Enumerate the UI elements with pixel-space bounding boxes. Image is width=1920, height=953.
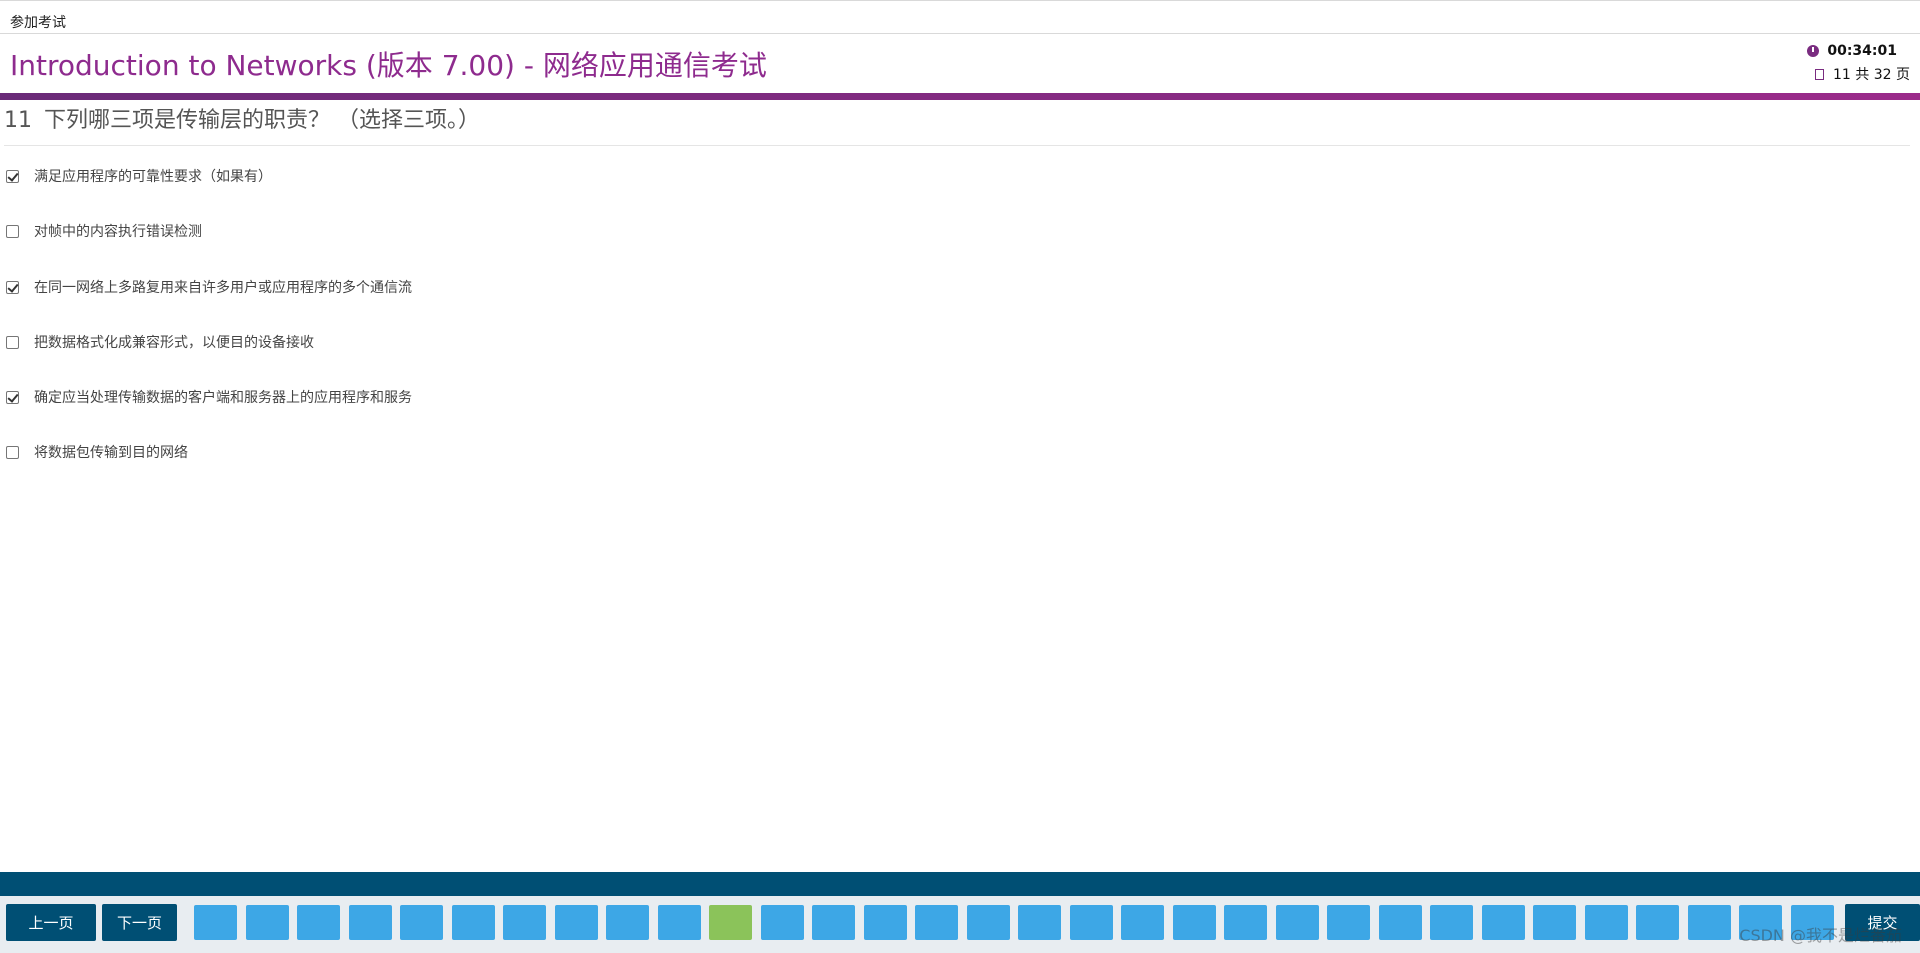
page-nav-box[interactable] [812, 905, 855, 940]
option-label[interactable]: 对帧中的内容执行错误检测 [34, 221, 202, 241]
answer-option[interactable]: 将数据包传输到目的网络 [6, 442, 188, 462]
answer-option[interactable]: 满足应用程序的可靠性要求（如果有） [6, 166, 272, 186]
option-checkbox[interactable] [6, 335, 19, 349]
page-nav-box[interactable] [452, 905, 495, 940]
page-nav-box[interactable] [761, 905, 804, 940]
timer-value: 00:34:01 [1827, 43, 1897, 59]
page-nav-box[interactable] [606, 905, 649, 940]
exam-header: Introduction to Networks (版本 7.00) - 网络应… [0, 34, 1920, 94]
page-nav-box[interactable] [1276, 905, 1319, 940]
page-nav-box[interactable] [1533, 905, 1576, 940]
page-nav-box[interactable] [194, 905, 237, 940]
page-nav-box[interactable] [1688, 905, 1731, 940]
option-label[interactable]: 把数据格式化成兼容形式，以便目的设备接收 [34, 332, 314, 352]
answer-option[interactable]: 把数据格式化成兼容形式，以便目的设备接收 [6, 332, 314, 352]
page-nav-box[interactable] [1379, 905, 1422, 940]
page-icon [1815, 68, 1825, 80]
header-divider [0, 93, 1920, 100]
page-nav-box[interactable] [915, 905, 958, 940]
question-number: 11 [4, 108, 32, 133]
option-label[interactable]: 在同一网络上多路复用来自许多用户或应用程序的多个通信流 [34, 277, 412, 297]
page-nav-box[interactable] [1327, 905, 1370, 940]
page-nav-box[interactable] [400, 905, 443, 940]
footer-band [0, 872, 1920, 896]
page-nav-box[interactable] [1482, 905, 1525, 940]
clock-icon [1807, 45, 1820, 57]
exam-title: Introduction to Networks (版本 7.00) - 网络应… [10, 49, 767, 82]
page-nav-box[interactable] [1173, 905, 1216, 940]
page-nav-box[interactable] [297, 905, 340, 940]
option-label[interactable]: 确定应当处理传输数据的客户端和服务器上的应用程序和服务 [34, 387, 412, 407]
option-checkbox[interactable] [6, 224, 19, 238]
question-body: 下列哪三项是传输层的职责？ （选择三项。） [44, 108, 480, 133]
page-indicator: 11 共 32 页 [1815, 64, 1910, 84]
page-nav-box[interactable] [1430, 905, 1473, 940]
page-nav-box[interactable] [1121, 905, 1164, 940]
page-info: 11 共 32 页 [1833, 67, 1910, 83]
page-nav-box[interactable] [555, 905, 598, 940]
option-checkbox[interactable] [6, 169, 19, 183]
option-label[interactable]: 满足应用程序的可靠性要求（如果有） [34, 166, 272, 186]
page-nav-box[interactable] [349, 905, 392, 940]
timer: 00:34:01 [1807, 43, 1897, 59]
page-nav-box[interactable] [658, 905, 701, 940]
take-exam-label: 参加考试 [10, 15, 66, 31]
page-nav-box[interactable] [967, 905, 1010, 940]
top-bar: 参加考试 [0, 0, 1920, 34]
question-text: 11 下列哪三项是传输层的职责？ （选择三项。） [4, 102, 480, 134]
page-nav-box[interactable] [1636, 905, 1679, 940]
option-checkbox[interactable] [6, 390, 19, 404]
watermark: CSDN @我不是烂番茄 [1739, 926, 1902, 945]
previous-page-button[interactable]: 上一页 [6, 904, 96, 941]
option-checkbox[interactable] [6, 445, 19, 459]
page-nav-box[interactable] [1224, 905, 1267, 940]
option-label[interactable]: 将数据包传输到目的网络 [34, 442, 188, 462]
option-checkbox[interactable] [6, 280, 19, 294]
page-nav-box[interactable] [246, 905, 289, 940]
page-nav-box[interactable] [1585, 905, 1628, 940]
page-nav-box[interactable] [1018, 905, 1061, 940]
question-divider [4, 145, 1910, 146]
page-nav-box[interactable] [1070, 905, 1113, 940]
page-nav-box[interactable] [503, 905, 546, 940]
answer-option[interactable]: 在同一网络上多路复用来自许多用户或应用程序的多个通信流 [6, 277, 412, 297]
next-page-button[interactable]: 下一页 [102, 904, 177, 941]
answer-option[interactable]: 对帧中的内容执行错误检测 [6, 221, 202, 241]
page-nav-box[interactable] [709, 905, 752, 940]
page-nav-box[interactable] [864, 905, 907, 940]
answer-option[interactable]: 确定应当处理传输数据的客户端和服务器上的应用程序和服务 [6, 387, 412, 407]
